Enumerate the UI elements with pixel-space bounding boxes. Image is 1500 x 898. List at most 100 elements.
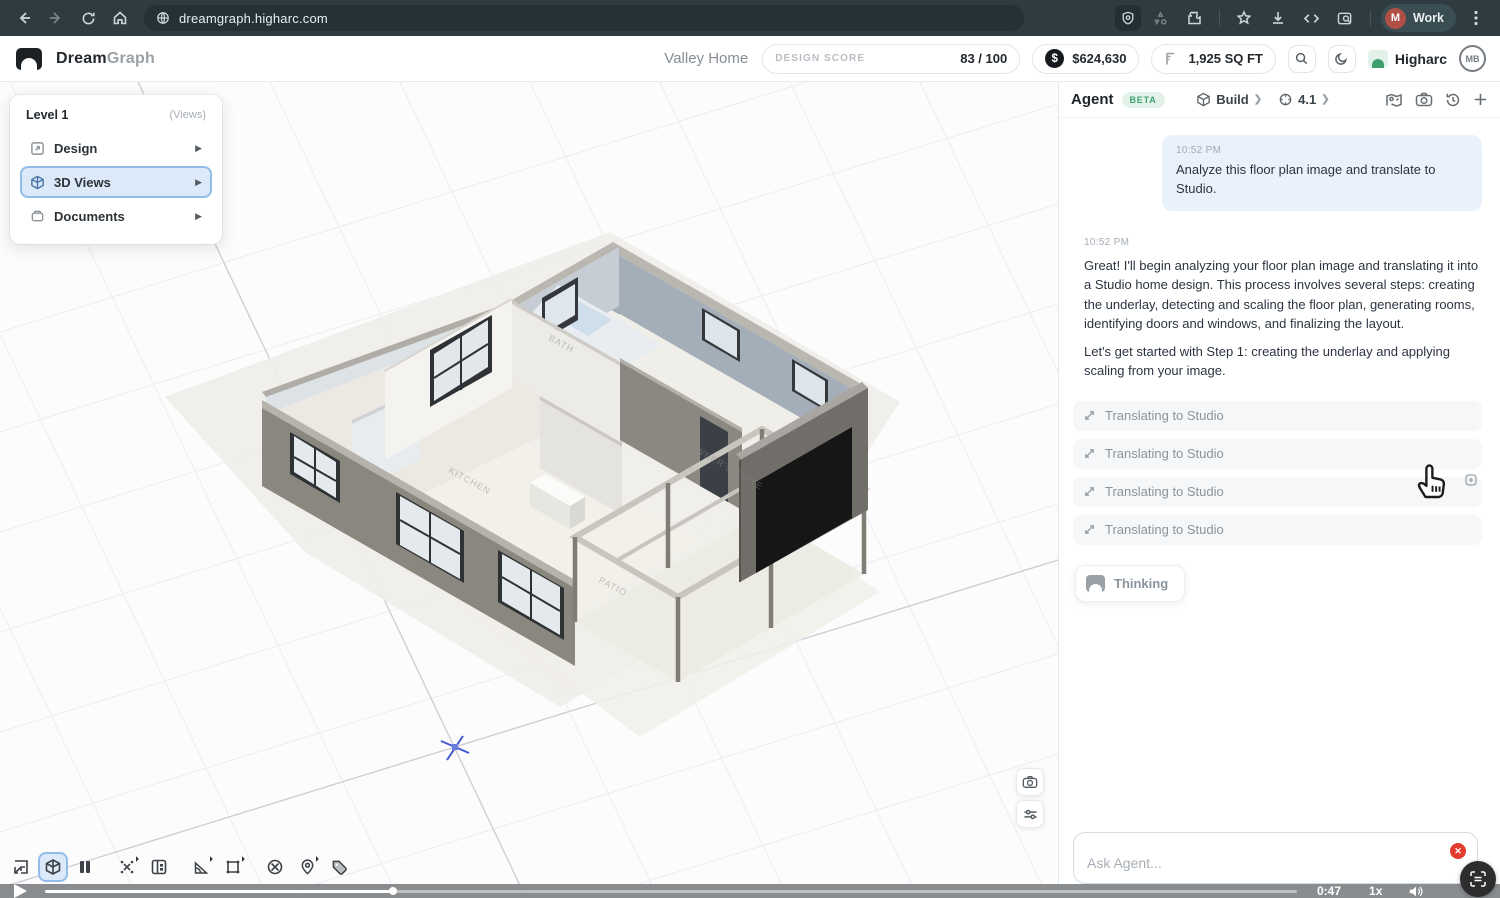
back-icon[interactable] xyxy=(10,4,38,32)
documents-icon xyxy=(30,209,45,224)
org-name: Higharc xyxy=(1395,51,1447,67)
sidebar-item-3d-views[interactable]: 3D Views ▶ xyxy=(20,166,212,198)
translate-icon xyxy=(1083,409,1096,422)
search-icon[interactable] xyxy=(1288,45,1316,73)
3d-viewport[interactable]: BATH KITCHEN OWNER'S SUITE PATIO Level 1… xyxy=(0,82,1058,898)
journey-map-icon[interactable] xyxy=(1385,92,1403,108)
url-text: dreamgraph.higharc.com xyxy=(179,11,328,26)
design-score-pill[interactable]: DESIGN SCORE 83 / 100 xyxy=(762,44,1020,74)
agent-message-paragraph: Let's get started with Step 1: creating … xyxy=(1084,342,1480,381)
seek-progress xyxy=(45,890,393,893)
thinking-status: Thinking xyxy=(1075,565,1185,602)
plan-view-tool[interactable] xyxy=(6,852,36,882)
app-title: DreamGraph xyxy=(56,50,155,68)
translate-icon xyxy=(1083,447,1096,460)
history-icon[interactable] xyxy=(1445,92,1461,108)
price-value: $624,630 xyxy=(1072,51,1126,66)
ask-agent-input[interactable] xyxy=(1074,833,1477,883)
ask-agent-box: ✕ xyxy=(1073,832,1478,884)
location-pin-tool[interactable] xyxy=(292,852,322,882)
build-label: Build xyxy=(1216,92,1249,107)
profile-name: Work xyxy=(1413,11,1444,25)
tag-tool[interactable] xyxy=(324,852,354,882)
tool-call-row[interactable]: Translating to Studio xyxy=(1073,401,1482,431)
org-switcher[interactable]: Higharc xyxy=(1368,50,1447,68)
volume-icon[interactable] xyxy=(1408,885,1424,898)
sidebar-item-design[interactable]: Design ▶ xyxy=(20,132,212,164)
extension-shield-icon[interactable] xyxy=(1115,5,1141,31)
tab-search-icon[interactable] xyxy=(1332,4,1360,32)
tool-call-row[interactable]: Translating to Studio xyxy=(1073,515,1482,545)
seek-bar[interactable] xyxy=(45,890,1297,893)
hand-cursor-icon xyxy=(1412,458,1448,500)
version-selector[interactable]: 4.1 ❯ xyxy=(1278,92,1329,107)
video-player-bar[interactable]: 0:47 1x xyxy=(0,884,1500,898)
chevron-right-icon: ❯ xyxy=(1321,94,1329,105)
bookmark-star-icon[interactable] xyxy=(1230,4,1258,32)
translate-icon xyxy=(1083,485,1096,498)
beta-badge: BETA xyxy=(1122,92,1165,108)
extensions-puzzle-icon[interactable] xyxy=(1181,4,1209,32)
sidebar-item-documents[interactable]: Documents ▶ xyxy=(20,200,212,232)
new-chat-plus-icon[interactable] xyxy=(1473,92,1488,107)
rectangle-tool[interactable] xyxy=(218,852,248,882)
cube-icon xyxy=(30,175,45,190)
devtools-code-icon[interactable] xyxy=(1298,4,1326,32)
url-bar[interactable]: dreamgraph.higharc.com xyxy=(144,5,1024,31)
extension-dim-icon[interactable] xyxy=(1147,4,1175,32)
angle-measure-tool[interactable] xyxy=(186,852,216,882)
seek-knob[interactable] xyxy=(389,887,397,895)
higharc-logo-icon xyxy=(1368,50,1388,68)
chevron-right-icon: ▶ xyxy=(195,211,202,222)
message-timestamp: 10:52 PM xyxy=(1176,145,1468,156)
message-timestamp: 10:52 PM xyxy=(1084,237,1480,248)
playback-time: 0:47 xyxy=(1317,884,1341,898)
refresh-icon[interactable] xyxy=(74,4,102,32)
agent-message: 10:52 PM Great! I'll begin analyzing you… xyxy=(1084,237,1480,381)
moon-icon[interactable] xyxy=(1328,45,1356,73)
area-pill[interactable]: 1,925 SQ FT xyxy=(1151,44,1275,74)
section-tool[interactable] xyxy=(70,852,100,882)
user-avatar[interactable]: MB xyxy=(1459,45,1486,72)
chevron-right-icon: ▶ xyxy=(195,143,202,154)
tool-call-label: Translating to Studio xyxy=(1105,408,1224,423)
agent-header: Agent BETA Build ❯ 4.1 ❯ xyxy=(1059,82,1500,118)
play-icon[interactable] xyxy=(14,884,27,898)
app-title-light: Graph xyxy=(107,50,155,67)
chrome-menu-icon[interactable] xyxy=(1462,4,1490,32)
sidebar-item-label: 3D Views xyxy=(54,175,186,190)
camera-icon[interactable] xyxy=(1415,92,1433,107)
forward-icon[interactable] xyxy=(42,4,70,32)
screenshot-camera-button[interactable] xyxy=(1016,768,1044,796)
area-value: 1,925 SQ FT xyxy=(1188,51,1262,66)
dreamgraph-logo-icon xyxy=(16,48,42,70)
tool-call-label: Translating to Studio xyxy=(1105,484,1224,499)
profile-chip[interactable]: M Work xyxy=(1381,4,1456,32)
tool-call-label: Translating to Studio xyxy=(1105,522,1224,537)
levels-panel: Level 1 (Views) Design ▶ 3D Views ▶ Docu… xyxy=(10,95,222,244)
3d-view-tool[interactable] xyxy=(38,852,68,882)
home-icon[interactable] xyxy=(106,4,134,32)
higharc-mark-icon xyxy=(1086,575,1105,592)
profile-avatar: M xyxy=(1385,8,1406,29)
view-settings-button[interactable] xyxy=(1016,800,1044,828)
disable-snap-tool[interactable] xyxy=(260,852,290,882)
layout-tool[interactable] xyxy=(144,852,174,882)
design-score-value: 83 / 100 xyxy=(960,51,1007,66)
transform-tool[interactable] xyxy=(112,852,142,882)
row-expand-icon[interactable] xyxy=(1464,473,1478,487)
sidebar-item-label: Documents xyxy=(54,209,186,224)
translate-icon xyxy=(1083,523,1096,536)
scan-overlay-button[interactable] xyxy=(1460,861,1496,897)
chrome-separator xyxy=(1370,10,1371,26)
record-indicator-icon[interactable]: ✕ xyxy=(1450,843,1466,859)
price-pill[interactable]: $ $624,630 xyxy=(1032,44,1139,74)
level-title: Level 1 xyxy=(26,108,68,122)
ruler-corner-icon xyxy=(1164,51,1180,67)
downloads-icon[interactable] xyxy=(1264,4,1292,32)
viewport-toolbar xyxy=(6,852,356,882)
build-selector[interactable]: Build ❯ xyxy=(1196,92,1262,107)
thinking-label: Thinking xyxy=(1114,576,1168,591)
axis-gizmo-icon xyxy=(441,736,469,760)
playback-speed[interactable]: 1x xyxy=(1369,884,1382,898)
